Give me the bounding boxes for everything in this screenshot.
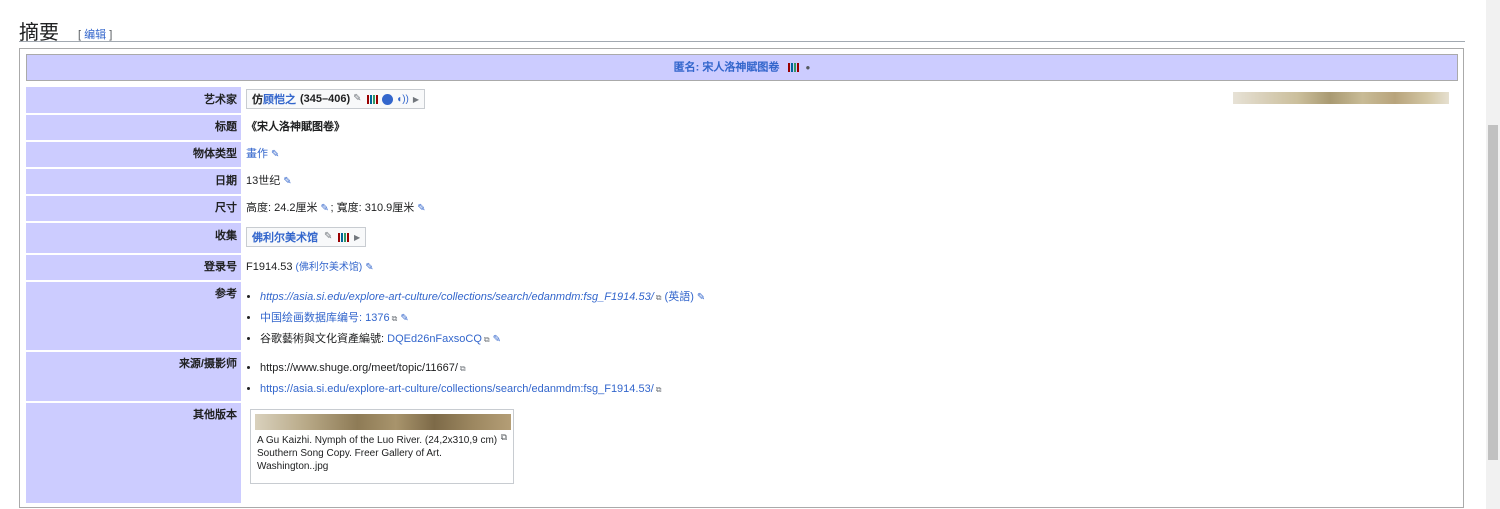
pencil-icon[interactable]: ✎: [697, 293, 707, 303]
list-item: https://www.shuge.org/meet/topic/11667/⧉: [260, 358, 661, 379]
row-title: 标题 《宋人洛神賦图卷》: [26, 115, 1458, 140]
list-item: https://asia.si.edu/explore-art-culture/…: [260, 379, 661, 400]
accession-value: F1914.53: [246, 261, 293, 273]
edit-section: [ 编辑 ]: [78, 29, 113, 42]
label-other-versions: 其他版本: [26, 403, 241, 503]
external-link-icon: ⧉: [391, 314, 398, 323]
infobox: 匿名: 宋人洛神賦图卷 ● 艺术家 仿 顾恺之 (345–406) ✎ ◖)) …: [19, 48, 1464, 508]
label-references: 参考: [26, 282, 241, 350]
row-artist: 艺术家 仿 顾恺之 (345–406) ✎ ◖)) ▶: [26, 87, 1458, 113]
external-link-icon: ⧉: [655, 385, 662, 394]
list-item: https://asia.si.edu/explore-art-culture/…: [260, 287, 707, 308]
dot-icon: ●: [805, 63, 811, 73]
other-versions-cell: ⧉ A Gu Kaizhi. Nymph of the Luo River. (…: [246, 403, 526, 503]
width-value: ; 寬度: 310.9厘米: [330, 202, 415, 214]
row-date: 日期 13世纪 ✎: [26, 169, 1458, 194]
other-version-image[interactable]: [255, 414, 511, 430]
pencil-icon[interactable]: ✎: [493, 335, 503, 345]
label-object-type: 物体类型: [26, 142, 241, 167]
label-source: 来源/摄影师: [26, 352, 241, 401]
vertical-scrollbar[interactable]: [1486, 0, 1500, 509]
accession-cell: F1914.53 (佛利尔美术馆) ✎: [246, 255, 375, 280]
pencil-icon[interactable]: ✎: [400, 314, 410, 324]
pencil-icon[interactable]: ✎: [271, 150, 281, 160]
artist-link[interactable]: 顾恺之: [263, 91, 296, 107]
source-list: https://www.shuge.org/meet/topic/11667/⧉…: [246, 358, 661, 400]
references-list: https://asia.si.edu/explore-art-culture/…: [246, 287, 707, 350]
object-type-link[interactable]: 畫作: [246, 148, 268, 160]
collection-link[interactable]: 佛利尔美术馆: [252, 229, 318, 245]
date-cell: 13世纪 ✎: [246, 169, 293, 194]
other-version-caption[interactable]: A Gu Kaizhi. Nymph of the Luo River. (24…: [257, 434, 509, 473]
pencil-icon[interactable]: ✎: [283, 177, 293, 187]
row-object-type: 物体类型 畫作 ✎: [26, 142, 1458, 167]
row-dimensions: 尺寸 高度: 24.2厘米 ✎; 寬度: 310.9厘米 ✎: [26, 196, 1458, 221]
height-value: 高度: 24.2厘米: [246, 202, 318, 214]
source-cell: https://www.shuge.org/meet/topic/11667/⧉…: [246, 358, 661, 400]
pencil-icon[interactable]: ✎: [365, 263, 375, 273]
wikipedia-icon[interactable]: [382, 93, 394, 105]
expand-arrow-icon[interactable]: ▶: [413, 95, 419, 104]
collection-cell: 佛利尔美术馆 ✎ ▶: [246, 227, 367, 247]
external-link-icon: ⧉: [483, 335, 490, 344]
artist-chip: 仿 顾恺之 (345–406) ✎ ◖)) ▶: [246, 89, 426, 109]
label-date: 日期: [26, 169, 241, 194]
reference-link-1[interactable]: https://asia.si.edu/explore-art-culture/…: [260, 291, 654, 303]
barcode-icon[interactable]: [338, 231, 350, 243]
references-cell: https://asia.si.edu/explore-art-culture/…: [246, 287, 707, 350]
scrollbar-thumb[interactable]: [1488, 125, 1498, 460]
external-link-icon: ⧉: [459, 364, 466, 373]
external-link-icon: ⧉: [655, 293, 662, 302]
other-version-thumbnail: ⧉ A Gu Kaizhi. Nymph of the Luo River. (…: [250, 409, 514, 484]
edit-link[interactable]: 编辑: [84, 29, 106, 41]
pencil-icon[interactable]: ✎: [353, 94, 363, 104]
date-value: 13世纪: [246, 175, 281, 187]
title-value: 《宋人洛神賦图卷》: [246, 121, 345, 133]
barcode-icon[interactable]: [788, 55, 800, 80]
pencil-icon[interactable]: ✎: [417, 204, 427, 214]
source-text: https://www.shuge.org/meet/topic/11667/: [260, 362, 458, 374]
collection-chip: 佛利尔美术馆 ✎ ▶: [246, 227, 367, 247]
audio-icon[interactable]: ◖)): [396, 94, 409, 105]
row-collection: 收集 佛利尔美术馆 ✎ ▶: [26, 223, 1458, 253]
barcode-icon[interactable]: [367, 93, 379, 105]
row-other-versions: 其他版本 ⧉ A Gu Kaizhi. Nymph of the Luo Riv…: [26, 403, 1458, 503]
pencil-icon[interactable]: ✎: [321, 204, 331, 214]
object-type-cell: 畫作 ✎: [246, 142, 281, 167]
accession-note-link[interactable]: (佛利尔美术馆): [296, 262, 363, 273]
label-artist: 艺术家: [26, 87, 241, 113]
infobox-title[interactable]: 匿名: 宋人洛神賦图卷: [674, 61, 780, 73]
expand-arrow-icon[interactable]: ▶: [354, 233, 360, 242]
source-link[interactable]: https://asia.si.edu/explore-art-culture/…: [260, 383, 654, 395]
label-dimensions: 尺寸: [26, 196, 241, 221]
language-link[interactable]: (英語): [665, 291, 694, 303]
dimensions-cell: 高度: 24.2厘米 ✎; 寬度: 310.9厘米 ✎: [246, 196, 427, 221]
label-collection: 收集: [26, 223, 241, 253]
label-accession: 登录号: [26, 255, 241, 280]
heading-divider: [19, 41, 1465, 42]
list-item: 中国绘画数据库编号: 1376⧉✎: [260, 308, 707, 329]
row-source: 来源/摄影师 https://www.shuge.org/meet/topic/…: [26, 352, 1458, 401]
reference-link-2[interactable]: 中国绘画数据库编号: 1376: [260, 312, 390, 324]
pencil-icon[interactable]: ✎: [324, 232, 334, 242]
infobox-title-bar: 匿名: 宋人洛神賦图卷 ●: [26, 54, 1458, 81]
list-item: 谷歌藝術與文化資產編號: DQEd26nFaxsoCQ⧉✎: [260, 329, 707, 350]
label-title: 标题: [26, 115, 241, 140]
row-references: 参考 https://asia.si.edu/explore-art-cultu…: [26, 282, 1458, 350]
row-accession: 登录号 F1914.53 (佛利尔美术馆) ✎: [26, 255, 1458, 280]
reference-link-3[interactable]: DQEd26nFaxsoCQ: [387, 333, 482, 345]
artist-cell: 仿 顾恺之 (345–406) ✎ ◖)) ▶: [246, 89, 426, 109]
